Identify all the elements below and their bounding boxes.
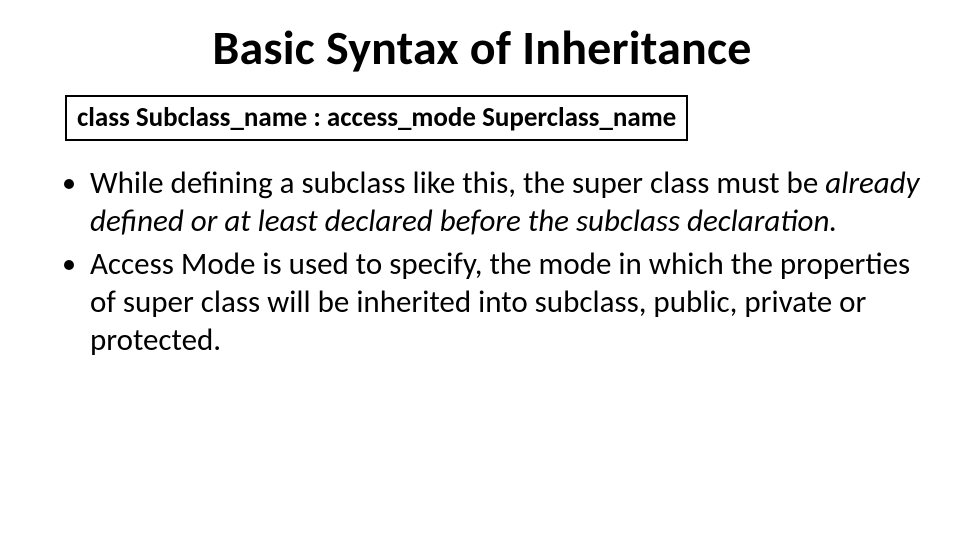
bullet-text-pre: Access Mode is used to specify, the mode… — [90, 245, 910, 359]
list-item: Access Mode is used to specify, the mode… — [90, 246, 924, 359]
bullet-text-pre: While defining a subclass like this, the… — [90, 164, 825, 202]
slide: Basic Syntax of Inheritance class Subcla… — [0, 0, 964, 539]
bullet-list: While defining a subclass like this, the… — [40, 165, 924, 360]
syntax-box: class Subclass_name : access_mode Superc… — [65, 95, 688, 141]
list-item: While defining a subclass like this, the… — [90, 165, 924, 241]
page-title: Basic Syntax of Inheritance — [40, 18, 924, 77]
